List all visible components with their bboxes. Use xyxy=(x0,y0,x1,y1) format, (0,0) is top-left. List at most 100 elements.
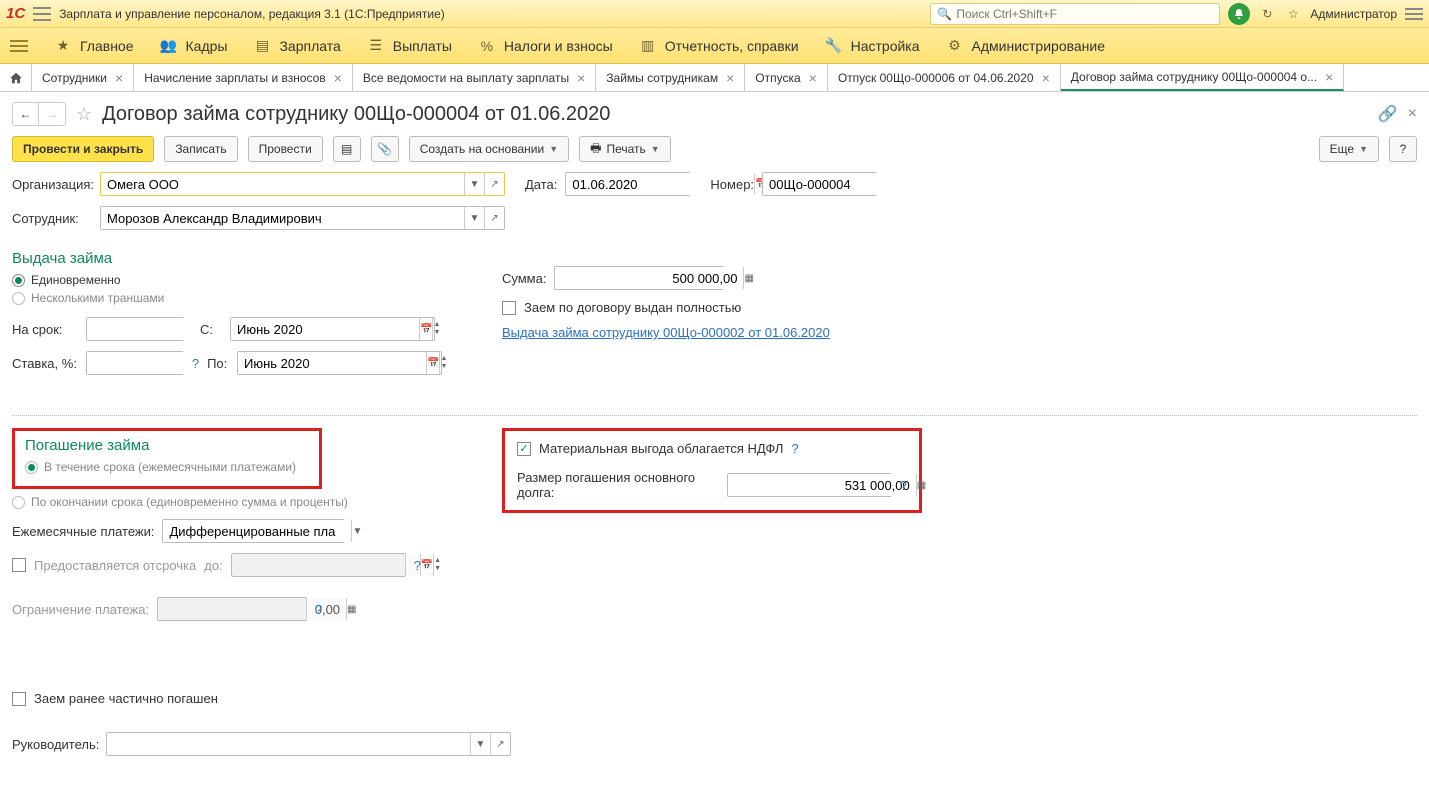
user-name[interactable]: Администратор xyxy=(1310,7,1397,21)
menu-settings[interactable]: 🔧Настройка xyxy=(825,37,920,55)
repay-amount-field[interactable]: ▦ xyxy=(727,473,892,497)
calendar-icon[interactable]: 📅 xyxy=(426,352,439,374)
open-icon[interactable]: ↗ xyxy=(484,173,504,195)
date-field[interactable]: 📅 xyxy=(565,172,690,196)
menu-salary[interactable]: ▤Зарплата xyxy=(253,37,340,55)
rate-field[interactable]: ▲▼ xyxy=(86,351,184,375)
menu-hr[interactable]: 👥Кадры xyxy=(160,37,228,55)
close-icon[interactable]: × xyxy=(1042,70,1050,86)
tab-label: Сотрудники xyxy=(42,71,107,85)
from-field[interactable]: 📅 ▲▼ xyxy=(230,317,435,341)
write-button[interactable]: Записать xyxy=(164,136,237,162)
calendar-icon[interactable]: 📅 xyxy=(419,318,432,340)
close-icon[interactable]: × xyxy=(809,70,817,86)
btn-label: Еще xyxy=(1330,142,1354,156)
burger-icon[interactable] xyxy=(33,7,51,21)
tab-vacation-doc[interactable]: Отпуск 00Що-000006 от 04.06.2020× xyxy=(828,64,1061,91)
to-field[interactable]: 📅 ▲▼ xyxy=(237,351,442,375)
rate-help[interactable]: ? xyxy=(192,356,199,371)
chevron-down-icon[interactable]: ▼ xyxy=(470,733,490,755)
favorite-star-icon[interactable]: ☆ xyxy=(76,104,92,125)
employee-input[interactable] xyxy=(101,207,464,229)
radio-end-term[interactable]: По окончании срока (единовременно сумма … xyxy=(12,495,442,509)
limit-help[interactable]: ? xyxy=(315,602,322,617)
tab-loans[interactable]: Займы сотрудникам × xyxy=(596,64,745,91)
favorites-icon[interactable]: ☆ xyxy=(1284,5,1302,23)
stepper-icon[interactable]: ▲▼ xyxy=(432,318,440,340)
more-button[interactable]: Еще▼ xyxy=(1319,136,1379,162)
from-input[interactable] xyxy=(231,318,419,340)
open-icon[interactable]: ↗ xyxy=(490,733,510,755)
manager-field[interactable]: ▼ ↗ xyxy=(106,732,511,756)
repay-amount-help[interactable]: ? xyxy=(900,478,907,493)
repay-amount-input[interactable] xyxy=(728,474,916,496)
post-close-button[interactable]: Провести и закрыть xyxy=(12,136,154,162)
print-button[interactable]: 🖶Печать▼ xyxy=(579,136,671,162)
monthly-field[interactable]: ▼ xyxy=(162,519,345,543)
tab-accruals[interactable]: Начисление зарплаты и взносов× xyxy=(134,64,353,91)
issue-title: Выдача займа xyxy=(12,250,442,267)
defer-help[interactable]: ? xyxy=(414,558,421,573)
defer-checkbox[interactable] xyxy=(12,558,26,572)
tab-paylists[interactable]: Все ведомости на выплату зарплаты× xyxy=(353,64,596,91)
tab-loan-contract[interactable]: Договор займа сотруднику 00Що-000004 о..… xyxy=(1061,64,1345,91)
menu-taxes[interactable]: %Налоги и взносы xyxy=(478,37,613,55)
radio-during-term[interactable]: В течение срока (ежемесячными платежами) xyxy=(25,460,309,474)
stepper-icon[interactable]: ▲▼ xyxy=(439,352,447,374)
close-icon[interactable]: × xyxy=(115,70,123,86)
org-input[interactable] xyxy=(101,173,464,195)
full-issue-checkbox[interactable] xyxy=(502,301,516,315)
global-search[interactable]: 🔍 xyxy=(930,3,1220,25)
gear-icon: ⚙ xyxy=(946,37,964,55)
to-input[interactable] xyxy=(238,352,426,374)
panel-menu-icon[interactable] xyxy=(1405,8,1423,20)
sum-input[interactable] xyxy=(555,267,743,289)
nav-forward[interactable]: → xyxy=(39,103,65,125)
notifications-button[interactable] xyxy=(1228,3,1250,25)
home-tab[interactable] xyxy=(0,64,32,91)
org-field[interactable]: ▼ ↗ xyxy=(100,172,505,196)
partial-repaid-checkbox[interactable] xyxy=(12,692,26,706)
link-icon[interactable]: 🔗 xyxy=(1378,104,1398,124)
report-button[interactable]: ▤ xyxy=(333,136,361,162)
radio-single-issue[interactable]: Единовременно xyxy=(12,273,442,287)
issue-link[interactable]: Выдача займа сотруднику 00Що-000002 от 0… xyxy=(502,325,830,340)
tab-vacations[interactable]: Отпуска× xyxy=(745,64,828,91)
open-icon[interactable]: ↗ xyxy=(484,207,504,229)
chevron-down-icon[interactable]: ▼ xyxy=(351,520,362,542)
close-icon[interactable]: × xyxy=(1325,69,1333,85)
history-icon[interactable]: ↻ xyxy=(1258,5,1276,23)
menu-payments[interactable]: ☰Выплаты xyxy=(367,37,452,55)
help-button[interactable]: ? xyxy=(1389,136,1417,162)
chevron-down-icon[interactable]: ▼ xyxy=(464,173,484,195)
number-field xyxy=(762,172,877,196)
calculator-icon[interactable]: ▦ xyxy=(916,474,926,496)
radio-tranches[interactable]: Несколькими траншами xyxy=(12,291,442,305)
manager-input[interactable] xyxy=(107,733,470,755)
tab-label: Займы сотрудникам xyxy=(606,71,718,85)
attach-button[interactable]: 📎 xyxy=(371,136,399,162)
sum-field[interactable]: ▦ xyxy=(554,266,724,290)
calculator-icon[interactable]: ▦ xyxy=(743,267,753,289)
menu-admin[interactable]: ⚙Администрирование xyxy=(946,37,1106,55)
btn-label: Записать xyxy=(175,142,226,156)
employee-field[interactable]: ▼ ↗ xyxy=(100,206,505,230)
search-input[interactable] xyxy=(956,7,1213,21)
post-button[interactable]: Провести xyxy=(248,136,323,162)
benefit-tax-checkbox[interactable] xyxy=(517,442,531,456)
benefit-help[interactable]: ? xyxy=(791,441,798,456)
close-icon[interactable]: × xyxy=(726,70,734,86)
close-page-icon[interactable]: × xyxy=(1408,105,1417,123)
number-input[interactable] xyxy=(763,173,951,195)
monthly-input[interactable] xyxy=(163,520,351,542)
menu-burger-icon[interactable] xyxy=(10,40,28,52)
menu-main[interactable]: ★Главное xyxy=(54,37,134,55)
close-icon[interactable]: × xyxy=(577,70,585,86)
close-icon[interactable]: × xyxy=(334,70,342,86)
chevron-down-icon[interactable]: ▼ xyxy=(464,207,484,229)
nav-back[interactable]: ← xyxy=(13,103,39,125)
tab-employees[interactable]: Сотрудники × xyxy=(32,64,134,91)
create-based-button[interactable]: Создать на основании▼ xyxy=(409,136,569,162)
menu-reports[interactable]: ▥Отчетность, справки xyxy=(639,37,799,55)
term-field[interactable]: ▲▼ xyxy=(86,317,184,341)
